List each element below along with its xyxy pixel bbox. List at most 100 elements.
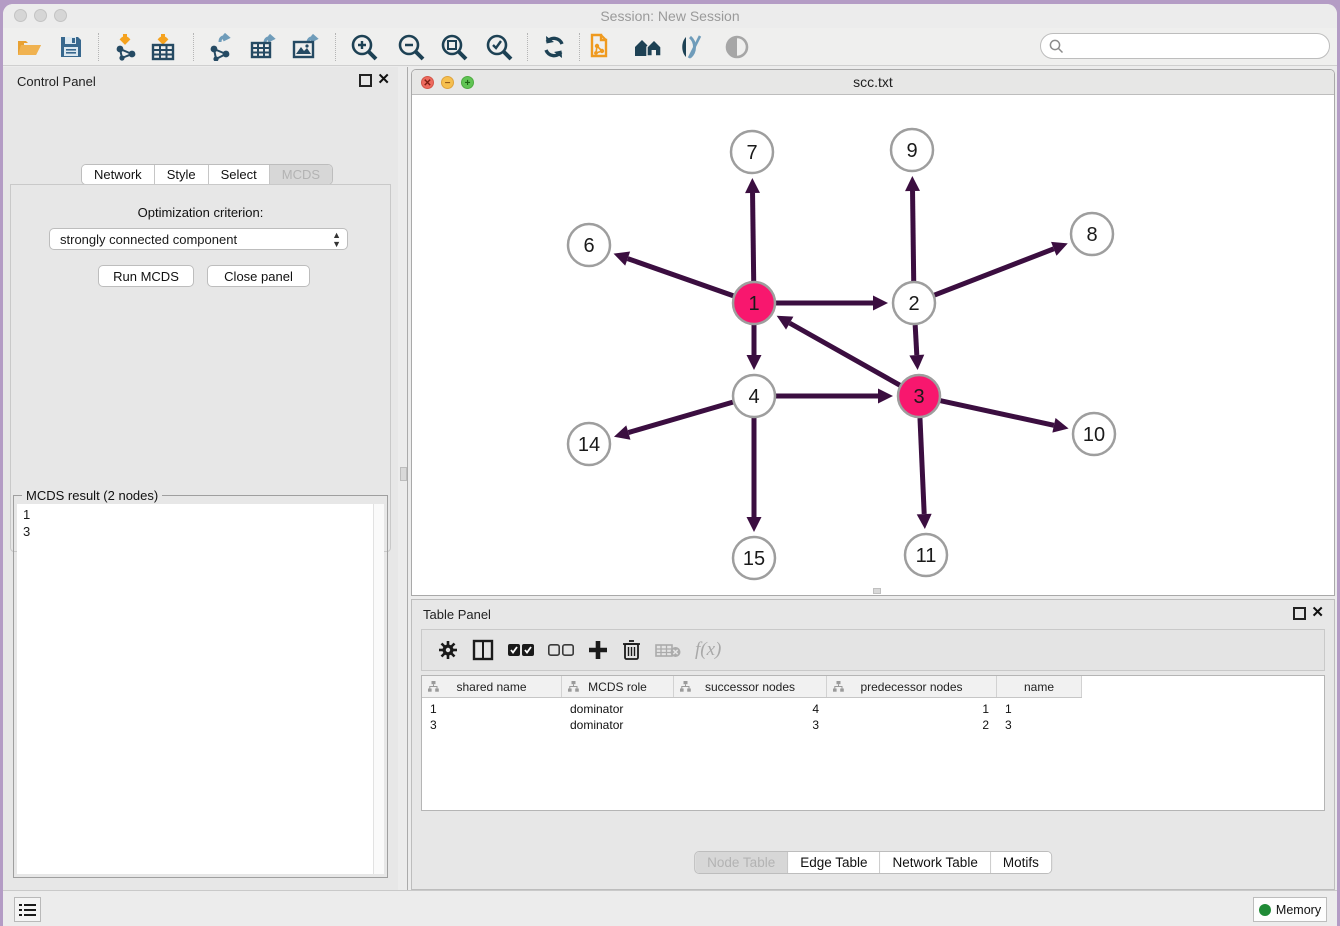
- float-panel-button[interactable]: [359, 74, 372, 87]
- graph-node-label-10: 10: [1083, 424, 1105, 446]
- deselect-all-rows-button[interactable]: [548, 643, 574, 657]
- table-row[interactable]: 3dominator323: [422, 717, 1082, 734]
- result-scrollbar[interactable]: [373, 504, 384, 874]
- graph-edge-3-10[interactable]: [940, 401, 1053, 426]
- graph-edge-1-6[interactable]: [628, 259, 734, 296]
- tab-network[interactable]: Network: [82, 165, 155, 184]
- tab-mcds[interactable]: MCDS: [270, 165, 332, 184]
- graph-edge-2-3[interactable]: [915, 325, 917, 355]
- graph-node-label-3: 3: [913, 386, 924, 408]
- graph-edge-3-11[interactable]: [920, 418, 924, 514]
- graph-node-label-15: 15: [743, 548, 765, 570]
- task-history-button[interactable]: [14, 897, 41, 922]
- column-header-name[interactable]: name: [997, 676, 1082, 697]
- toolbar-separator: [98, 33, 99, 61]
- network-graph[interactable]: 1234678910111415: [412, 96, 1335, 596]
- column-selector-button[interactable]: [472, 639, 494, 661]
- optimization-criterion-value: strongly connected component: [60, 232, 237, 247]
- column-tree-icon: [833, 681, 844, 692]
- graph-edge-4-14[interactable]: [628, 402, 733, 432]
- network-window-titlebar[interactable]: ✕ − + scc.txt: [412, 70, 1334, 95]
- column-header-label: name: [1024, 680, 1054, 694]
- table-cell[interactable]: 1: [422, 701, 562, 718]
- tab-edge-table[interactable]: Edge Table: [788, 852, 880, 873]
- table-cell[interactable]: 3: [674, 717, 827, 734]
- table-row[interactable]: 1dominator411: [422, 701, 1082, 718]
- add-column-button[interactable]: [588, 640, 608, 660]
- table-cell[interactable]: 2: [827, 717, 997, 734]
- column-header-label: predecessor nodes: [860, 680, 962, 694]
- search-icon: [1049, 39, 1064, 54]
- table-toolbar: f(x): [421, 629, 1325, 671]
- tab-motifs[interactable]: Motifs: [991, 852, 1051, 873]
- search-input[interactable]: [1040, 33, 1330, 59]
- close-table-panel-button[interactable]: ✕: [1311, 605, 1324, 621]
- column-header-predecessor-nodes[interactable]: predecessor nodes: [827, 676, 997, 697]
- list-icon: [19, 903, 36, 917]
- open-session-button[interactable]: [13, 32, 45, 62]
- close-panel-button[interactable]: ✕: [377, 72, 390, 88]
- close-panel-button-mcds[interactable]: Close panel: [207, 265, 310, 287]
- optimization-criterion-select[interactable]: strongly connected component ▲▼: [49, 228, 348, 250]
- column-header-label: successor nodes: [705, 680, 795, 694]
- table-cell[interactable]: 4: [674, 701, 827, 718]
- tab-network-table[interactable]: Network Table: [881, 852, 991, 873]
- graph-edge-3-1[interactable]: [790, 323, 900, 385]
- column-header-successor-nodes[interactable]: successor nodes: [674, 676, 827, 697]
- zoom-selected-button[interactable]: [483, 32, 515, 62]
- network-canvas[interactable]: 1234678910111415: [412, 96, 1334, 595]
- table-tabs-strip: Node Table Edge Table Network Table Moti…: [412, 841, 1334, 881]
- graph-edge-1-7[interactable]: [753, 193, 754, 281]
- delete-table-button[interactable]: [655, 642, 681, 658]
- function-icon: f(x): [695, 639, 721, 661]
- hide-details-icon: [679, 34, 707, 60]
- home-view-button[interactable]: [633, 32, 665, 62]
- save-session-button[interactable]: [55, 32, 87, 62]
- refresh-button[interactable]: [538, 32, 570, 62]
- tab-select[interactable]: Select: [209, 165, 270, 184]
- control-panel: Control Panel ✕ Network Style Select MCD…: [3, 67, 398, 890]
- graph-edge-2-9[interactable]: [913, 191, 914, 281]
- table-cell[interactable]: dominator: [562, 717, 674, 734]
- export-network-button[interactable]: [205, 32, 237, 62]
- duplicate-network-button[interactable]: [585, 32, 617, 62]
- save-icon: [59, 35, 83, 59]
- table-cell[interactable]: 1: [997, 701, 1082, 718]
- zoom-fit-button[interactable]: [438, 32, 470, 62]
- table-cell[interactable]: 1: [827, 701, 997, 718]
- import-network-button[interactable]: [111, 32, 143, 62]
- import-network-icon: [113, 33, 141, 61]
- graph-node-label-11: 11: [916, 545, 937, 567]
- select-all-rows-button[interactable]: [508, 643, 534, 657]
- toolbar-separator: [335, 33, 336, 61]
- canvas-resize-handle[interactable]: [873, 588, 881, 594]
- network-view-window: ✕ − + scc.txt 1234678910111415: [411, 69, 1335, 596]
- table-settings-button[interactable]: [438, 640, 458, 660]
- panel-splitter[interactable]: [398, 67, 410, 890]
- graph-edge-2-8[interactable]: [935, 249, 1054, 295]
- export-image-button[interactable]: [290, 32, 322, 62]
- optimization-criterion-label: Optimization criterion:: [11, 205, 390, 220]
- node-table[interactable]: shared nameMCDS role successor nodes prede…: [421, 675, 1325, 811]
- zoom-out-button[interactable]: [395, 32, 427, 62]
- tab-node-table[interactable]: Node Table: [695, 852, 788, 873]
- zoom-in-button[interactable]: [348, 32, 380, 62]
- memory-button[interactable]: Memory: [1253, 897, 1327, 922]
- apply-function-button[interactable]: f(x): [695, 639, 721, 661]
- show-graphics-details-button[interactable]: [721, 32, 753, 62]
- float-table-panel-button[interactable]: [1293, 607, 1306, 620]
- control-panel-tabs: Network Style Select MCDS: [81, 164, 333, 185]
- tab-style[interactable]: Style: [155, 165, 209, 184]
- delete-column-button[interactable]: [622, 639, 641, 661]
- hide-graphics-details-button[interactable]: [677, 32, 709, 62]
- mcds-result-text[interactable]: 1 3: [17, 504, 373, 874]
- table-cell[interactable]: dominator: [562, 701, 674, 718]
- run-mcds-button[interactable]: Run MCDS: [98, 265, 194, 287]
- table-cell[interactable]: 3: [422, 717, 562, 734]
- table-cell[interactable]: 3: [997, 717, 1082, 734]
- column-header-shared-name[interactable]: shared name: [422, 676, 562, 697]
- import-table-button[interactable]: [147, 32, 179, 62]
- export-table-button[interactable]: [248, 32, 280, 62]
- splitter-grip[interactable]: [400, 467, 407, 481]
- column-header-MCDS-role[interactable]: MCDS role: [562, 676, 674, 697]
